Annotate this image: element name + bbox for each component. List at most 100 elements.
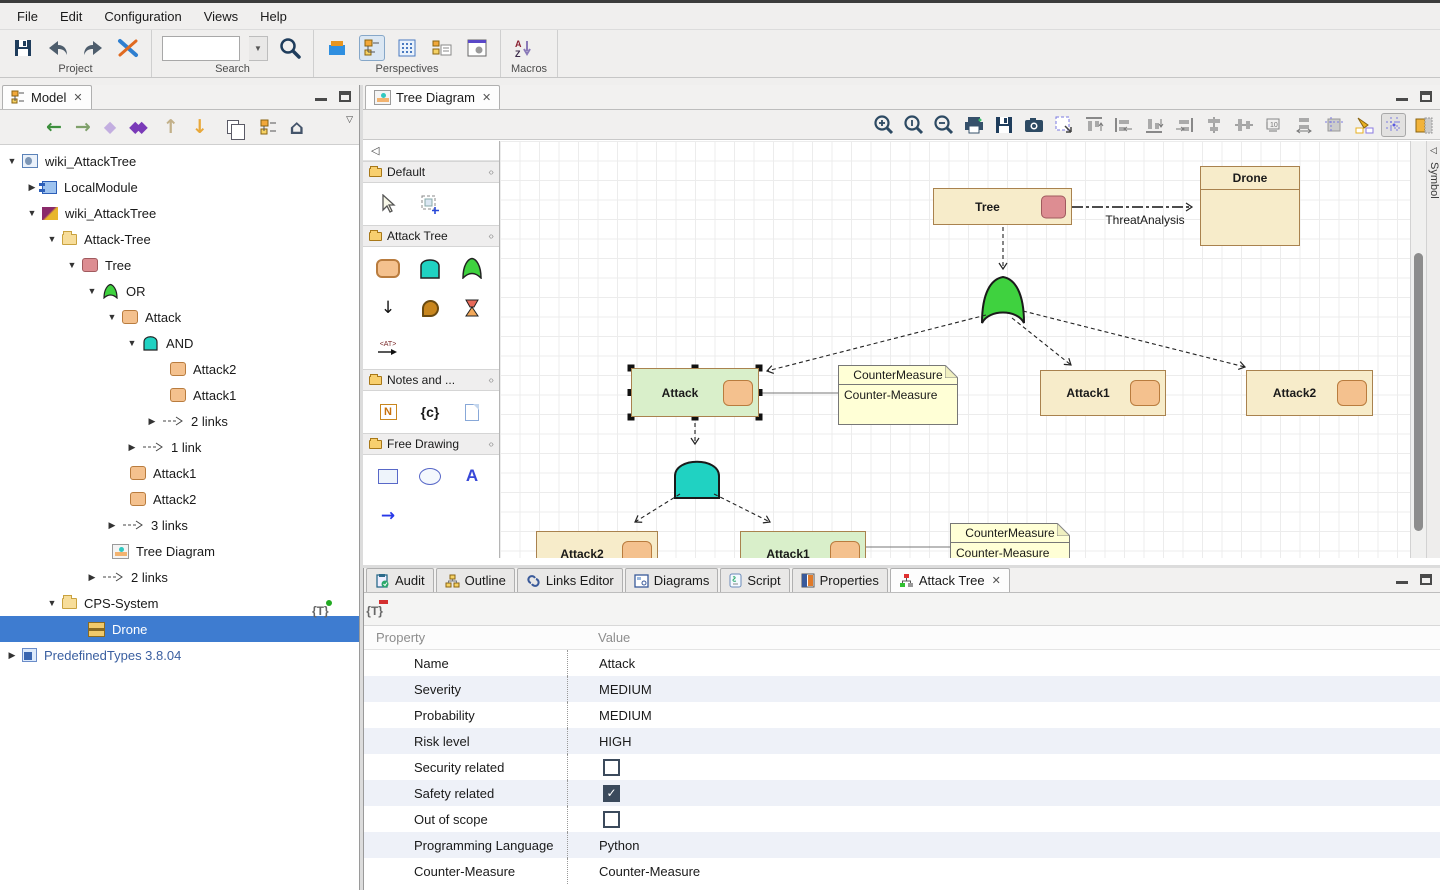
remove-attribute-icon[interactable]: {T} — [366, 604, 383, 618]
undo-icon[interactable] — [45, 35, 71, 61]
tree-item-attack2[interactable]: Attack2 — [0, 356, 359, 382]
back-icon[interactable]: ← — [46, 118, 62, 137]
canvas-vertical-scrollbar[interactable] — [1410, 141, 1426, 558]
link-tool-icon[interactable]: ↓ — [367, 293, 409, 323]
node-attack[interactable]: Attack — [631, 368, 759, 417]
tab-links-editor[interactable]: Links Editor — [517, 568, 623, 592]
align-left-icon[interactable] — [1111, 113, 1136, 137]
tree-item-localmodule[interactable]: ▶LocalModule — [0, 174, 359, 200]
move-up-icon[interactable]: ↑ — [163, 118, 179, 137]
format-brush-icon[interactable] — [1351, 113, 1376, 137]
palette-section-attack-tree[interactable]: Attack Tree ‹› — [363, 225, 499, 247]
table-row-name[interactable]: Name Attack — [364, 650, 1440, 676]
palette-section-default[interactable]: Default ‹› — [363, 161, 499, 183]
ellipse-tool-icon[interactable] — [409, 461, 451, 491]
table-row-security-related[interactable]: Security related — [364, 754, 1440, 780]
tree-item-wiki-attacktree-root[interactable]: ▼wiki_AttackTree — [0, 148, 359, 174]
table-row-safety-related[interactable]: Safety related ✓ — [364, 780, 1440, 806]
center-horizontal-icon[interactable] — [1231, 113, 1256, 137]
page-tool-icon[interactable] — [451, 397, 493, 427]
search-dropdown-icon[interactable]: ▼ — [249, 36, 268, 61]
comment-tool-icon[interactable]: {c} — [409, 397, 451, 427]
note-countermeasure-2[interactable]: CounterMeasure Counter-Measure — [950, 523, 1070, 558]
tab-script[interactable]: Script — [720, 568, 789, 592]
tab-diagrams[interactable]: Diagrams — [625, 568, 719, 592]
out-of-scope-checkbox[interactable] — [603, 811, 620, 828]
table-row-probability[interactable]: Probability MEDIUM — [364, 702, 1440, 728]
tree-item-2-links[interactable]: ▶2 links — [0, 408, 359, 434]
tree-item-1-link[interactable]: ▶1 link — [0, 434, 359, 460]
node-drone[interactable]: Drone — [1200, 166, 1300, 246]
countermeasure-tool-icon[interactable] — [409, 293, 451, 323]
settings-tools-icon[interactable] — [115, 35, 141, 61]
open-perspective-icon[interactable] — [324, 35, 350, 61]
search-icon[interactable] — [277, 35, 303, 61]
tab-model[interactable]: Model ✕ — [2, 85, 92, 109]
note-tool-icon[interactable]: N — [367, 397, 409, 427]
attack-node-tool-icon[interactable] — [367, 253, 409, 283]
maximize-icon[interactable] — [339, 91, 351, 102]
symbol-library-icon[interactable] — [1411, 113, 1436, 137]
add-attribute-icon[interactable]: {T} — [312, 604, 329, 618]
table-row-severity[interactable]: Severity MEDIUM — [364, 676, 1440, 702]
center-vertical-icon[interactable] — [1201, 113, 1226, 137]
zoom-in-icon[interactable] — [871, 113, 896, 137]
table-row-out-of-scope[interactable]: Out of scope — [364, 806, 1440, 832]
forward-icon[interactable]: → — [75, 118, 91, 137]
marquee-tool-icon[interactable] — [409, 189, 451, 219]
close-icon[interactable]: ✕ — [992, 574, 1001, 587]
copy-icon[interactable] — [227, 120, 239, 134]
tree-item-cps-system[interactable]: ▼CPS-System — [0, 590, 359, 616]
expand-left-icon[interactable]: ◁ — [1427, 145, 1440, 156]
macros-sort-icon[interactable]: AZ — [511, 35, 537, 61]
menu-configuration[interactable]: Configuration — [93, 5, 192, 28]
menu-edit[interactable]: Edit — [49, 5, 93, 28]
menu-file[interactable]: File — [6, 5, 49, 28]
or-gate-tool-icon[interactable] — [451, 253, 493, 283]
minimize-icon[interactable] — [315, 93, 327, 101]
node-attack1-bottom[interactable]: Attack1 — [740, 531, 866, 558]
cursor-tool-icon[interactable] — [367, 189, 409, 219]
save-diagram-icon[interactable] — [991, 113, 1016, 137]
menu-views[interactable]: Views — [193, 5, 249, 28]
tree-item-attack1[interactable]: Attack1 — [0, 382, 359, 408]
scrollbar-thumb[interactable] — [1414, 253, 1423, 531]
close-icon[interactable]: ✕ — [482, 91, 491, 104]
palette-section-notes[interactable]: Notes and ... ‹› — [363, 369, 499, 391]
table-row-programming-language[interactable]: Programming Language Python — [364, 832, 1440, 858]
tree-item-attack-tree-folder[interactable]: ▼Attack-Tree — [0, 226, 359, 252]
tab-tree-diagram[interactable]: Tree Diagram ✕ — [365, 85, 500, 109]
and-gate-tool-icon[interactable] — [409, 253, 451, 283]
minimize-icon[interactable] — [1396, 576, 1408, 584]
arrow-tool-icon[interactable]: → — [367, 501, 409, 531]
tree-item-wiki-attacktree[interactable]: ▼wiki_AttackTree — [0, 200, 359, 226]
tab-attack-tree[interactable]: Attack Tree ✕ — [890, 568, 1010, 592]
diagram-canvas[interactable]: Tree Drone ThreatAnalysis Attack Counter… — [500, 141, 1410, 558]
redo-icon[interactable] — [80, 35, 106, 61]
tree-item-or[interactable]: ▼OR — [0, 278, 359, 304]
safety-related-checkbox[interactable]: ✓ — [603, 785, 620, 802]
note-countermeasure-1[interactable]: CounterMeasure Counter-Measure — [838, 365, 958, 425]
previous-diamond-icon[interactable]: ◆ — [104, 119, 116, 135]
tree-list-perspective-icon[interactable] — [429, 35, 455, 61]
sequence-tool-icon[interactable] — [451, 293, 493, 323]
tree-item-2-links-b[interactable]: ▶2 links — [0, 564, 359, 590]
zoom-out-icon[interactable] — [931, 113, 956, 137]
node-attack2-top[interactable]: Attack2 — [1246, 370, 1373, 416]
rectangle-tool-icon[interactable] — [367, 461, 409, 491]
move-down-icon[interactable]: ↓ — [192, 118, 208, 137]
view-menu-icon[interactable]: ▽ — [346, 114, 353, 125]
node-attack1-top[interactable]: Attack1 — [1040, 370, 1166, 416]
node-attack2-bottom[interactable]: Attack2 — [536, 531, 658, 558]
tree-item-tree-diagram[interactable]: Tree Diagram — [0, 538, 359, 564]
palette-section-free-drawing[interactable]: Free Drawing ‹› — [363, 433, 499, 455]
node-tree[interactable]: Tree — [933, 188, 1072, 225]
maximize-icon[interactable] — [1420, 574, 1432, 585]
close-icon[interactable]: ✕ — [73, 91, 82, 104]
symbol-side-tab[interactable]: ◁ Symbol — [1426, 141, 1440, 558]
table-row-risk-level[interactable]: Risk level HIGH — [364, 728, 1440, 754]
minimize-icon[interactable] — [1396, 93, 1408, 101]
fit-area-icon[interactable] — [1321, 113, 1346, 137]
tab-audit[interactable]: Audit — [366, 568, 434, 592]
tree-item-and[interactable]: ▼AND — [0, 330, 359, 356]
